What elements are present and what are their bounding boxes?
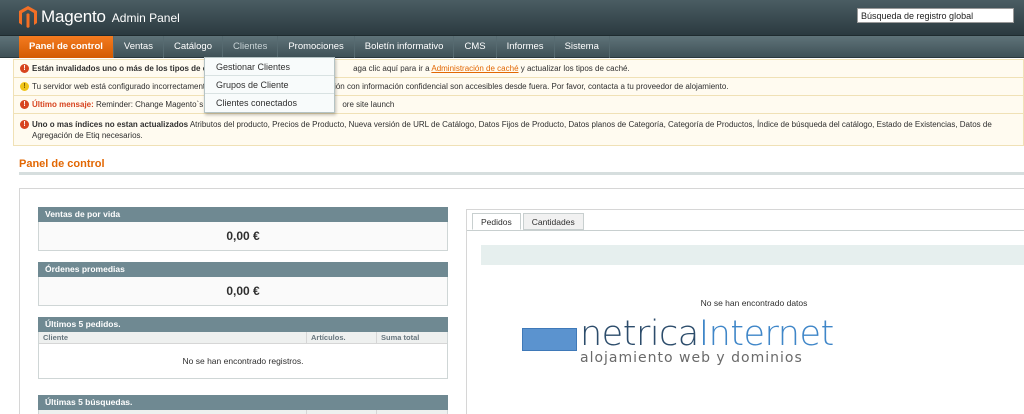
main-navigation: Panel de control Ventas Catálogo Cliente…: [0, 36, 1024, 58]
no-data-message: No se han encontrado datos: [700, 298, 808, 308]
nav-item-promotions[interactable]: Promociones: [278, 36, 355, 58]
menu-item-customer-groups[interactable]: Grupos de Cliente: [205, 76, 334, 94]
logo-subtitle: Admin Panel: [111, 11, 180, 25]
watermark-logo-bar: [522, 328, 577, 351]
grid-header: [39, 410, 447, 414]
tab-amounts[interactable]: Cantidades: [522, 213, 584, 230]
average-orders-value: 0,00 €: [226, 284, 260, 298]
magento-logo-icon: [19, 6, 37, 28]
nav-item-sales[interactable]: Ventas: [114, 36, 164, 58]
nav-item-cms[interactable]: CMS: [454, 36, 497, 58]
message-text: Reminder: Change Magento`s d: [96, 100, 210, 109]
logo-text: Magento: [41, 7, 106, 26]
last-searches-box: Últimas 5 búsquedas.: [38, 395, 448, 414]
box-title: Ventas de por vida: [38, 207, 448, 222]
tab-divider: [467, 230, 1024, 231]
average-orders-box: Órdenes promedias 0,00 €: [38, 262, 448, 306]
menu-item-manage-customers[interactable]: Gestionar Clientes: [205, 58, 334, 76]
nav-item-dashboard[interactable]: Panel de control: [19, 36, 114, 58]
netrica-watermark: netricaInternet alojamiento web y domini…: [522, 314, 862, 370]
magento-logo[interactable]: Magento Admin Panel: [19, 6, 180, 28]
message-text-end: ore site launch: [342, 100, 395, 109]
grid-header: Cliente Artículos. Suma total: [39, 332, 447, 344]
customers-dropdown-menu: Gestionar Clientes Grupos de Cliente Cli…: [204, 57, 335, 113]
column-placeholder: [39, 410, 307, 414]
nav-item-system[interactable]: Sistema: [555, 36, 610, 58]
message-text-end: y actualizar los tipos de caché.: [520, 64, 630, 73]
title-divider: [19, 172, 1024, 175]
column-placeholder: [307, 410, 377, 414]
page-title: Panel de control: [19, 158, 105, 170]
watermark-name-part2: Internet: [698, 314, 834, 354]
system-messages: ! Están invalidados uno o más de los tip…: [13, 59, 1024, 146]
message-bold: Están invalidados uno o más de los tipos…: [32, 64, 212, 73]
empty-records-message: No se han encontrado registros.: [39, 344, 447, 378]
last-orders-box: Últimos 5 pedidos. Cliente Artículos. Su…: [38, 317, 448, 379]
orders-chart-panel: Pedidos Cantidades No se han encontrado …: [466, 209, 1024, 414]
watermark-tagline: alojamiento web y dominios: [580, 350, 803, 366]
chart-tabs: Pedidos Cantidades: [472, 213, 586, 230]
message-bold: Uno o mas índices no estan actualizados: [32, 120, 189, 129]
column-placeholder: [377, 410, 447, 414]
message-text: Tu servidor web está configurado incorre…: [32, 82, 210, 91]
nav-item-catalog[interactable]: Catálogo: [164, 36, 223, 58]
lightbulb-icon: !: [20, 82, 29, 91]
cache-management-link[interactable]: Administración de caché: [431, 64, 518, 73]
nav-item-reports[interactable]: Informes: [497, 36, 555, 58]
message-indexes: ! Uno o mas índices no estan actualizado…: [13, 114, 1024, 146]
message-cache-invalidated: ! Están invalidados uno o más de los tip…: [13, 59, 1024, 78]
column-grand-total[interactable]: Suma total: [377, 332, 447, 343]
watermark-name-part1: netrica: [580, 314, 699, 354]
lifetime-sales-value: 0,00 €: [226, 229, 260, 243]
watermark-name: netricaInternet: [580, 314, 834, 354]
error-icon: !: [20, 64, 29, 73]
column-items[interactable]: Artículos.: [307, 332, 377, 343]
box-title: Últimas 5 búsquedas.: [38, 395, 448, 410]
message-latest: ! Último mensaje: Reminder: Change Magen…: [13, 96, 1024, 114]
message-text-end: guración con información confidencial so…: [314, 82, 729, 91]
message-text: aga clic aquí para ir a: [353, 64, 430, 73]
latest-message-label: Último mensaje:: [32, 100, 94, 109]
menu-item-online-customers[interactable]: Clientes conectados: [205, 94, 334, 112]
admin-header: Magento Admin Panel: [0, 0, 1024, 36]
dashboard-container: Ventas de por vida 0,00 € Órdenes promed…: [19, 188, 1024, 414]
column-customer[interactable]: Cliente: [39, 332, 307, 343]
error-icon: !: [20, 100, 29, 109]
global-search-input[interactable]: [857, 8, 1014, 23]
tab-orders[interactable]: Pedidos: [472, 213, 521, 230]
chart-toolbar: [481, 245, 1024, 265]
box-title: Últimos 5 pedidos.: [38, 317, 448, 332]
lifetime-sales-box: Ventas de por vida 0,00 €: [38, 207, 448, 251]
box-title: Órdenes promedias: [38, 262, 448, 277]
nav-item-newsletter[interactable]: Boletín informativo: [355, 36, 455, 58]
error-icon: !: [20, 120, 29, 129]
message-webserver-config: ! Tu servidor web está configurado incor…: [13, 78, 1024, 96]
nav-item-customers[interactable]: Clientes: [223, 36, 279, 58]
